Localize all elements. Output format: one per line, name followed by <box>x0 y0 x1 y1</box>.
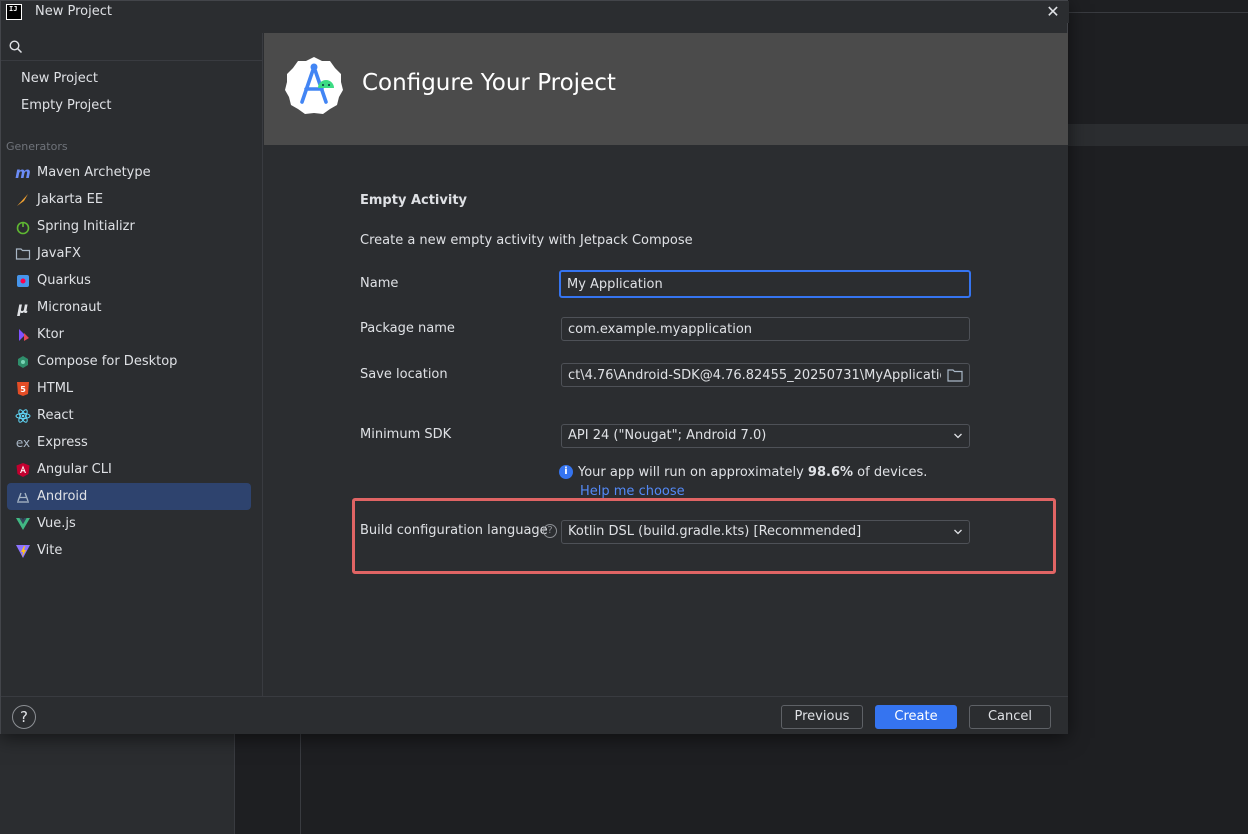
build-language-label: Build configuration language <box>360 523 548 538</box>
ide-project-panel <box>0 734 235 834</box>
sidebar-item-express[interactable]: ex Express <box>7 429 251 456</box>
svg-text:5: 5 <box>20 385 26 394</box>
ide-editor-band <box>1068 124 1248 146</box>
spring-icon <box>15 219 31 235</box>
package-name-field[interactable] <box>561 317 970 341</box>
package-name-label: Package name <box>360 321 455 336</box>
info-icon: i <box>559 465 573 479</box>
chevron-down-icon <box>954 433 962 439</box>
close-icon[interactable]: ✕ <box>1044 3 1062 21</box>
sidebar-item-spring-initializr[interactable]: Spring Initializr <box>7 213 251 240</box>
android-studio-logo-icon <box>285 57 343 114</box>
angular-icon <box>15 462 31 478</box>
page-title: Configure Your Project <box>362 70 616 96</box>
device-coverage-info: Your app will run on approximately 98.6%… <box>578 465 928 480</box>
search-icon <box>9 40 23 54</box>
sidebar-item-vite[interactable]: Vite <box>7 537 251 564</box>
sidebar-search <box>1 33 263 61</box>
sidebar-item-angular-cli[interactable]: Angular CLI <box>7 456 251 483</box>
sidebar-item-android[interactable]: Android <box>7 483 251 510</box>
dialog-footer: ? Previous Create Cancel <box>1 696 1068 734</box>
sidebar-item-quarkus[interactable]: Quarkus <box>7 267 251 294</box>
wizard-header: Configure Your Project <box>264 33 1068 145</box>
generators-list: m Maven Archetype Jakarta EE Spring Init… <box>7 159 251 564</box>
vite-icon <box>15 543 31 559</box>
project-type-sidebar: New Project Empty Project Generators m M… <box>1 33 263 696</box>
sidebar-item-ktor[interactable]: Ktor <box>7 321 251 348</box>
sidebar-item-compose-for-desktop[interactable]: Compose for Desktop <box>7 348 251 375</box>
question-help-icon[interactable]: ? <box>543 524 557 538</box>
chevron-down-icon <box>954 529 962 535</box>
help-me-choose-link[interactable]: Help me choose <box>580 484 685 499</box>
sidebar-item-react[interactable]: React <box>7 402 251 429</box>
template-description: Create a new empty activity with Jetpack… <box>360 233 693 248</box>
javafx-icon <box>15 246 31 262</box>
compose-icon <box>15 354 31 370</box>
html5-icon: 5 <box>15 381 31 397</box>
ide-gutter <box>235 734 301 834</box>
ide-divider <box>1068 12 1248 13</box>
maven-icon: m <box>15 163 31 182</box>
sidebar-item-new-project[interactable]: New Project <box>21 71 98 91</box>
vue-icon <box>15 516 31 532</box>
folder-icon[interactable] <box>947 368 963 382</box>
sidebar-item-html[interactable]: 5 HTML <box>7 375 251 402</box>
sidebar-item-vue-js[interactable]: Vue.js <box>7 510 251 537</box>
save-location-field[interactable] <box>561 363 970 387</box>
sidebar-item-empty-project[interactable]: Empty Project <box>21 98 112 118</box>
dialog-title: New Project <box>35 4 112 19</box>
express-icon: ex <box>15 435 31 450</box>
minimum-sdk-label: Minimum SDK <box>360 427 452 442</box>
create-button[interactable]: Create <box>875 705 957 729</box>
name-label: Name <box>360 276 399 291</box>
new-project-dialog: IJ New Project ✕ New Project Empty Proje… <box>0 0 1069 734</box>
cancel-button[interactable]: Cancel <box>969 705 1051 729</box>
dialog-titlebar: IJ New Project ✕ <box>1 1 1069 23</box>
micronaut-icon: μ <box>17 298 29 317</box>
configure-project-panel: Configure Your Project Empty Activity Cr… <box>264 33 1068 696</box>
generators-heading: Generators <box>6 140 68 153</box>
name-field[interactable] <box>559 270 971 298</box>
build-language-select[interactable]: Kotlin DSL (build.gradle.kts) [Recommend… <box>561 520 970 544</box>
search-input[interactable] <box>29 37 249 57</box>
ktor-icon <box>15 327 31 343</box>
sidebar-item-javafx[interactable]: JavaFX <box>7 240 251 267</box>
react-icon <box>15 408 31 424</box>
android-icon <box>15 489 31 505</box>
save-location-label: Save location <box>360 367 448 382</box>
intellij-logo-icon: IJ <box>6 4 22 20</box>
previous-button[interactable]: Previous <box>781 705 863 729</box>
sidebar-item-micronaut[interactable]: μ Micronaut <box>7 294 251 321</box>
minimum-sdk-select[interactable]: API 24 ("Nougat"; Android 7.0) <box>561 424 970 448</box>
help-button[interactable]: ? <box>12 705 36 729</box>
sidebar-item-jakarta-ee[interactable]: Jakarta EE <box>7 186 251 213</box>
template-name: Empty Activity <box>360 193 468 208</box>
jakarta-icon <box>15 192 31 208</box>
quarkus-icon <box>15 273 31 289</box>
sidebar-item-maven-archetype[interactable]: m Maven Archetype <box>7 159 251 186</box>
